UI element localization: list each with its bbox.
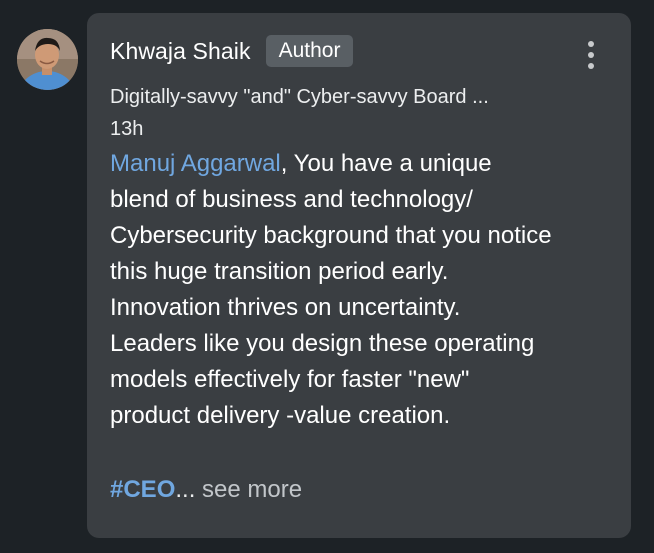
comment-timestamp: 13h xyxy=(110,118,144,140)
comment-header: Khwaja Shaik Author xyxy=(110,35,354,67)
comment-line: product delivery -value creation. xyxy=(110,402,451,429)
author-badge: Author xyxy=(265,35,354,67)
comment-line: blend of business and technology/ xyxy=(110,186,473,213)
comment-line: this huge transition period early. xyxy=(110,258,449,285)
comment-footer: #CEO... see more xyxy=(110,472,302,508)
more-vertical-icon-dot xyxy=(588,63,594,69)
truncation-ellipsis: ... xyxy=(175,476,196,503)
author-headline: Digitally-savvy "and" Cyber-savvy Board … xyxy=(110,86,489,108)
author-name[interactable]: Khwaja Shaik xyxy=(110,37,251,65)
comment-line: Leaders like you design these operating xyxy=(110,330,535,357)
see-more-button[interactable]: see more xyxy=(202,476,302,503)
comment-line: Innovation thrives on uncertainty. xyxy=(110,294,461,321)
comment-bubble: Khwaja Shaik Author Digitally-savvy "and… xyxy=(87,13,631,538)
comment-line: Cybersecurity background that you notice xyxy=(110,222,552,249)
mention-link[interactable]: Manuj Aggarwal xyxy=(110,150,281,177)
more-vertical-icon-dot xyxy=(588,52,594,58)
comment-text: Manuj Aggarwal, You have a unique blend … xyxy=(110,146,615,434)
comment-line-text: , You have a unique xyxy=(280,150,492,177)
profile-photo-icon xyxy=(17,29,78,90)
comment-thread: Khwaja Shaik Author Digitally-savvy "and… xyxy=(0,0,654,553)
more-options-button[interactable] xyxy=(579,38,603,72)
comment-line: models effectively for faster "new" xyxy=(110,366,470,393)
avatar[interactable] xyxy=(17,29,78,90)
more-vertical-icon xyxy=(588,41,594,47)
comment-line: Manuj Aggarwal, You have a unique xyxy=(110,146,615,182)
hashtag-link[interactable]: #CEO xyxy=(110,476,175,503)
